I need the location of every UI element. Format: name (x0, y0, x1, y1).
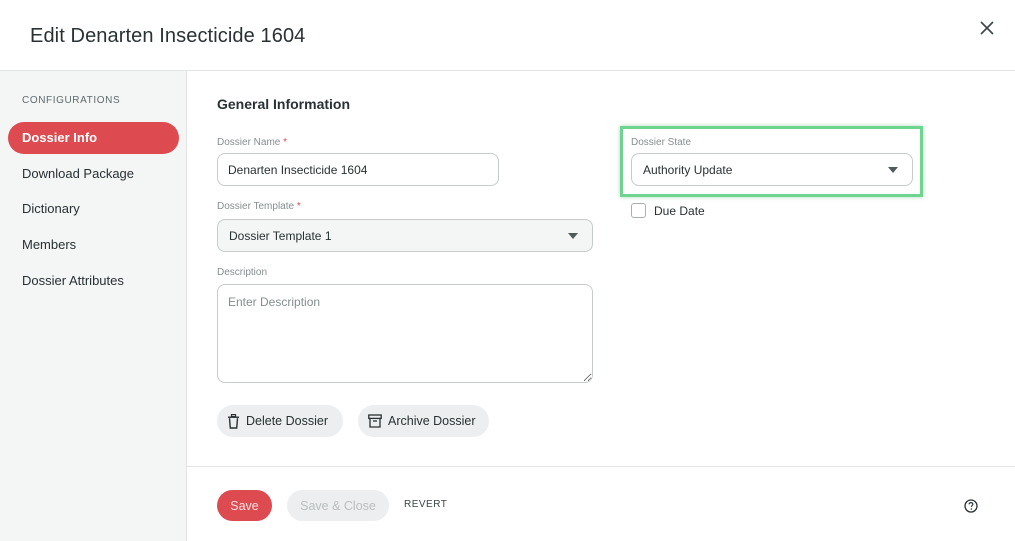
sidebar-item-dictionary[interactable]: Dictionary (8, 193, 179, 225)
section-title: General Information (217, 96, 351, 112)
required-mark: * (283, 137, 288, 148)
trash-icon (228, 413, 239, 429)
dossier-template-value: Dossier Template 1 (229, 228, 332, 243)
sidebar: CONFIGURATIONS Dossier Info Download Pac… (0, 71, 187, 541)
dialog-title: Edit Denarten Insecticide 1604 (30, 25, 306, 47)
sidebar-item-dossier-info[interactable]: Dossier Info (8, 122, 179, 154)
chevron-down-icon (888, 166, 898, 173)
sidebar-item-download-package[interactable]: Download Package (8, 158, 179, 190)
save-and-close-button[interactable]: Save & Close (287, 490, 389, 521)
dossier-name-input[interactable] (217, 153, 499, 186)
dossier-state-label: Dossier State (631, 137, 692, 148)
archive-icon (368, 414, 382, 428)
dossier-state-value: Authority Update (643, 162, 733, 177)
save-button[interactable]: Save (217, 490, 272, 521)
dossier-name-label: Dossier Name * (217, 137, 287, 148)
help-icon[interactable] (964, 499, 978, 513)
description-label: Description (217, 267, 268, 278)
due-date-label: Due Date (654, 204, 705, 218)
dossier-template-select[interactable]: Dossier Template 1 (217, 219, 593, 252)
dossier-template-label-text: Dossier Template (217, 201, 295, 212)
revert-button[interactable]: REVERT (404, 499, 447, 510)
chevron-down-icon (568, 232, 578, 239)
dialog-header: Edit Denarten Insecticide 1604 (0, 0, 1015, 71)
close-icon[interactable] (976, 17, 998, 39)
dossier-name-label-text: Dossier Name (217, 137, 281, 148)
description-textarea[interactable] (217, 284, 593, 383)
sidebar-item-members[interactable]: Members (8, 229, 179, 261)
required-mark: * (296, 201, 301, 212)
sidebar-item-dossier-attributes[interactable]: Dossier Attributes (8, 265, 179, 297)
sidebar-heading: CONFIGURATIONS (22, 95, 121, 106)
dossier-state-select[interactable]: Authority Update (631, 153, 913, 186)
dossier-template-label: Dossier Template * (217, 201, 301, 212)
delete-dossier-label: Delete Dossier (246, 414, 328, 428)
archive-dossier-label: Archive Dossier (388, 414, 476, 428)
due-date-checkbox[interactable] (631, 203, 646, 218)
archive-dossier-button[interactable]: Archive Dossier (358, 405, 489, 437)
delete-dossier-button[interactable]: Delete Dossier (217, 405, 343, 437)
